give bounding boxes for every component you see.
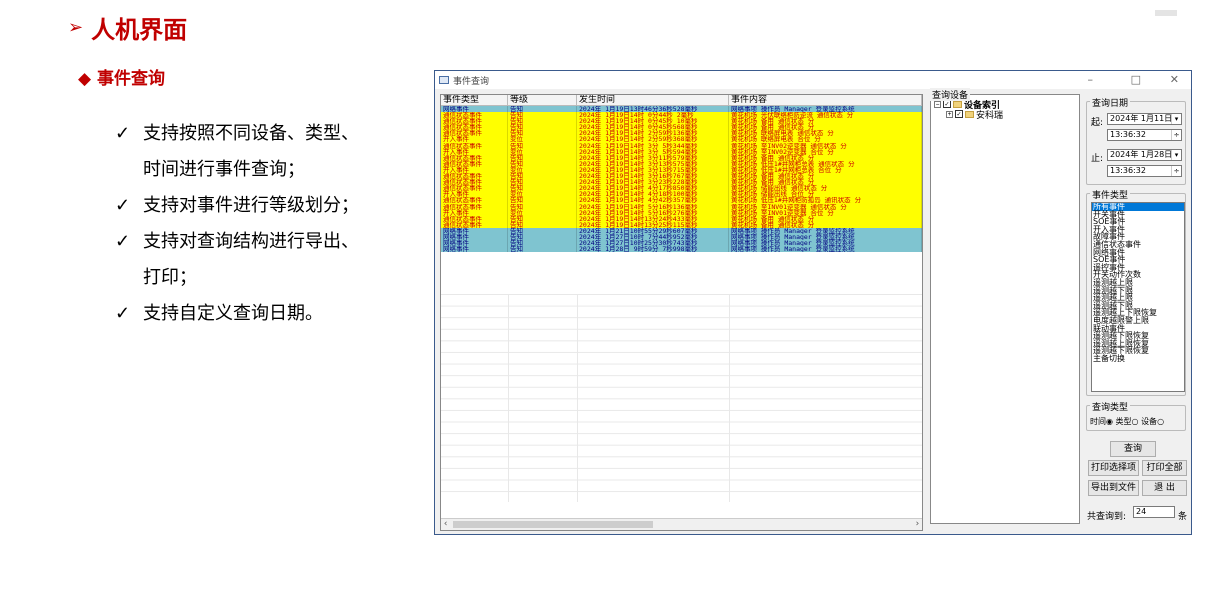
expand-icon[interactable]: + bbox=[946, 110, 953, 118]
spin-icon[interactable]: ÷ bbox=[1171, 130, 1181, 140]
bullet-text: 支持对查询结构进行导出、 bbox=[143, 231, 359, 252]
bullet-item: ✓ 支持按照不同设备、类型、 时间进行事件查询； bbox=[115, 116, 359, 188]
event-table[interactable]: 事件类型 等级 发生时间 事件内容 网络事件 告知 2024年 1月19日13时46… bbox=[440, 94, 923, 531]
event-query-window: 事件查询 – □ ✕ 事件类型 等级 发生时间 事件内容 网络事件 告知 2024年… bbox=[434, 70, 1192, 535]
check-icon: ✓ bbox=[115, 195, 131, 216]
folder-icon bbox=[953, 100, 962, 108]
radio-device-label[interactable]: 设备 bbox=[1141, 417, 1157, 426]
start-date-picker[interactable]: 2024年 1月11日 ▾ bbox=[1107, 113, 1182, 125]
start-time-field[interactable]: 13:36:32 ÷ bbox=[1107, 129, 1182, 141]
event-type-label: 事件类型 bbox=[1090, 188, 1131, 201]
checkbox-icon[interactable]: ✓ bbox=[955, 110, 963, 118]
bullet-item: ✓ 支持对查询结构进行导出、 打印； bbox=[115, 224, 359, 296]
tree-child-label: 安科瑞 bbox=[976, 110, 1004, 121]
start-label: 起: bbox=[1091, 118, 1104, 128]
bullet-text: 支持按照不同设备、类型、 bbox=[143, 123, 359, 144]
date-group-label: 查询日期 bbox=[1090, 96, 1131, 109]
event-type-item[interactable]: 主备切换 bbox=[1092, 355, 1184, 363]
table-cell: 2024年 1月28日 9时59分 7秒998毫秒 bbox=[577, 246, 729, 253]
radio-device[interactable]: ○ bbox=[1157, 417, 1164, 426]
app-icon bbox=[439, 76, 449, 84]
window-titlebar: 事件查询 – □ ✕ bbox=[435, 71, 1191, 89]
col-header-type[interactable]: 事件类型 bbox=[441, 95, 508, 105]
bullet-text: 支持自定义查询日期。 bbox=[143, 303, 323, 324]
query-type-label: 查询类型 bbox=[1090, 400, 1131, 413]
radio-type-label[interactable]: 类型 bbox=[1116, 417, 1132, 426]
device-tree[interactable]: 查询设备 − ✓ 设备索引 + ✓ 安科瑞 bbox=[930, 88, 1080, 524]
print-all-button[interactable]: 打印全部 bbox=[1142, 460, 1187, 476]
close-icon[interactable]: ✕ bbox=[1170, 73, 1179, 86]
bullet-item: ✓ 支持对事件进行等级划分； bbox=[115, 188, 359, 224]
count-field: 24 bbox=[1133, 506, 1175, 518]
table-row[interactable]: 网络事件 告知 2024年 1月28日 9时59分 7秒998毫秒 网络事项 操作员 … bbox=[441, 246, 922, 253]
check-icon: ✓ bbox=[115, 123, 131, 144]
table-header: 事件类型 等级 发生时间 事件内容 bbox=[441, 95, 922, 106]
folder-icon bbox=[965, 110, 974, 118]
scroll-left-icon[interactable]: ‹ bbox=[443, 519, 448, 529]
collapse-icon[interactable]: − bbox=[934, 100, 941, 108]
col-header-level[interactable]: 等级 bbox=[508, 95, 577, 105]
check-icon: ✓ bbox=[115, 303, 131, 324]
start-date-value: 2024年 1月11日 bbox=[1110, 114, 1173, 123]
end-time-field[interactable]: 13:36:32 ÷ bbox=[1107, 165, 1182, 177]
dropdown-icon[interactable]: ▾ bbox=[1171, 150, 1181, 160]
slide-subtitle: ◆ 事件查询 bbox=[78, 64, 165, 89]
spin-icon[interactable]: ÷ bbox=[1171, 166, 1181, 176]
dropdown-icon[interactable]: ▾ bbox=[1171, 114, 1181, 124]
date-group: 查询日期 起: 2024年 1月11日 ▾ 13:36:32 ÷ 止: 2024… bbox=[1086, 96, 1186, 185]
minimize-icon[interactable]: – bbox=[1088, 73, 1094, 86]
exit-button[interactable]: 退 出 bbox=[1142, 480, 1187, 496]
check-icon: ✓ bbox=[115, 231, 131, 252]
count-unit: 条 bbox=[1178, 512, 1188, 522]
title-text: 人机界面 bbox=[91, 16, 188, 44]
bullet-item: ✓ 支持自定义查询日期。 bbox=[115, 296, 323, 332]
table-body: 网络事件 告知 2024年 1月19日13时46分36秒528毫秒 网络事项 操作员 … bbox=[441, 106, 922, 253]
window-title: 事件查询 bbox=[453, 76, 490, 87]
bullet-text: 打印； bbox=[143, 267, 197, 288]
radio-time-label[interactable]: 时间 bbox=[1090, 417, 1106, 426]
bullet-text: 支持对事件进行等级划分； bbox=[143, 195, 359, 216]
end-time-value: 13:36:32 bbox=[1110, 166, 1146, 175]
event-type-list[interactable]: 所有事件 开关事件 SOE事件 开入事件 故障事件 通信状态事件 网络事件 SOE事件 遥控事件… bbox=[1091, 202, 1185, 392]
slide-title: ➢ 人机界面 bbox=[68, 10, 187, 45]
scroll-thumb[interactable] bbox=[453, 521, 653, 528]
table-cell: 网络事件 bbox=[441, 246, 508, 253]
empty-rows bbox=[441, 294, 922, 502]
horizontal-scrollbar[interactable]: ‹ › bbox=[441, 518, 922, 530]
subtitle-text: 事件查询 bbox=[97, 69, 165, 89]
export-button[interactable]: 导出到文件 bbox=[1088, 480, 1139, 496]
query-type-group: 查询类型 时间◉ 类型○ 设备○ bbox=[1086, 400, 1186, 431]
corner-decoration bbox=[1155, 10, 1177, 16]
col-header-content[interactable]: 事件内容 bbox=[729, 95, 922, 105]
start-time-value: 13:36:32 bbox=[1110, 130, 1146, 139]
arrow-icon: ➢ bbox=[68, 17, 84, 38]
event-type-group: 事件类型 所有事件 开关事件 SOE事件 开入事件 故障事件 通信状态事件 网络事件 SOE事… bbox=[1086, 188, 1186, 396]
diamond-icon: ◆ bbox=[78, 69, 92, 89]
count-label: 共查询到: bbox=[1087, 512, 1127, 522]
end-label: 止: bbox=[1091, 154, 1104, 164]
print-selected-button[interactable]: 打印选择项 bbox=[1088, 460, 1139, 476]
end-date-picker[interactable]: 2024年 1月28日 ▾ bbox=[1107, 149, 1182, 161]
bullet-text: 时间进行事件查询； bbox=[143, 159, 305, 180]
radio-time[interactable]: ◉ bbox=[1106, 417, 1113, 426]
device-tree-label: 查询设备 bbox=[930, 88, 971, 101]
scroll-right-icon[interactable]: › bbox=[915, 519, 920, 529]
maximize-icon[interactable]: □ bbox=[1131, 73, 1141, 86]
checkbox-icon[interactable]: ✓ bbox=[943, 100, 951, 108]
tree-node-child[interactable]: + ✓ 安科瑞 bbox=[934, 109, 1076, 121]
radio-type[interactable]: ○ bbox=[1132, 417, 1139, 426]
end-date-value: 2024年 1月28日 bbox=[1110, 150, 1173, 159]
col-header-time[interactable]: 发生时间 bbox=[577, 95, 729, 105]
query-button[interactable]: 查询 bbox=[1110, 441, 1156, 457]
table-cell: 告知 bbox=[508, 246, 577, 253]
table-cell: 网络事项 操作员 Manager 登录监控系统 bbox=[729, 246, 922, 253]
